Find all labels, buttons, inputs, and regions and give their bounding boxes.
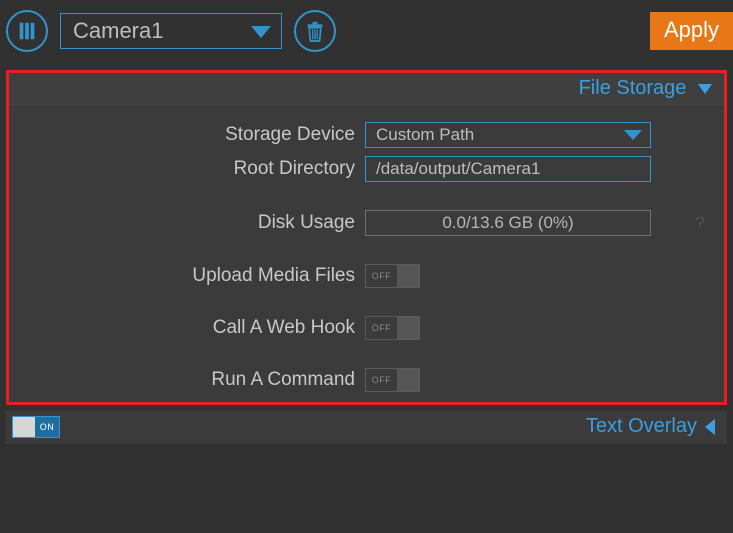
chevron-down-icon [624,130,642,140]
command-toggle[interactable]: OFF [365,368,420,392]
toggle-handle [397,317,419,339]
toggle-handle [13,417,35,437]
toggle-state: OFF [366,265,397,287]
webhook-toggle[interactable]: OFF [365,316,420,340]
root-directory-input[interactable] [365,156,651,182]
command-label: Run A Command [9,369,365,391]
upload-media-toggle[interactable]: OFF [365,264,420,288]
text-overlay-section: ON Text Overlay [6,411,727,444]
storage-device-value: Custom Path [376,125,474,145]
top-bar: Camera1 Apply [0,0,733,62]
storage-device-label: Storage Device [9,124,365,146]
menu-icon [16,20,38,42]
disk-usage-label: Disk Usage [9,212,365,234]
toggle-state: ON [35,417,59,437]
file-storage-section: File Storage Storage Device Custom Path … [6,70,727,405]
file-storage-header[interactable]: File Storage [9,73,724,106]
toggle-handle [397,265,419,287]
toggle-state: OFF [366,317,397,339]
text-overlay-header[interactable]: Text Overlay [586,415,715,438]
disk-usage-value: 0.0/13.6 GB (0%) [442,213,573,233]
chevron-left-icon [705,419,715,435]
text-overlay-title: Text Overlay [586,415,697,438]
file-storage-title: File Storage [579,77,687,99]
trash-icon [305,20,325,42]
text-overlay-toggle[interactable]: ON [12,416,60,438]
help-icon[interactable]: ? [691,214,709,232]
root-directory-label: Root Directory [9,158,365,180]
toggle-state: OFF [366,369,397,391]
camera-select[interactable]: Camera1 [60,13,282,49]
menu-button[interactable] [6,10,48,52]
storage-device-select[interactable]: Custom Path [365,122,651,148]
disk-usage-bar: 0.0/13.6 GB (0%) [365,210,651,236]
webhook-label: Call A Web Hook [9,317,365,339]
toggle-handle [397,369,419,391]
camera-select-value: Camera1 [73,18,163,44]
chevron-down-icon [251,26,271,38]
delete-button[interactable] [294,10,336,52]
chevron-down-icon [698,77,712,99]
upload-media-label: Upload Media Files [9,265,365,287]
apply-button[interactable]: Apply [650,12,733,50]
